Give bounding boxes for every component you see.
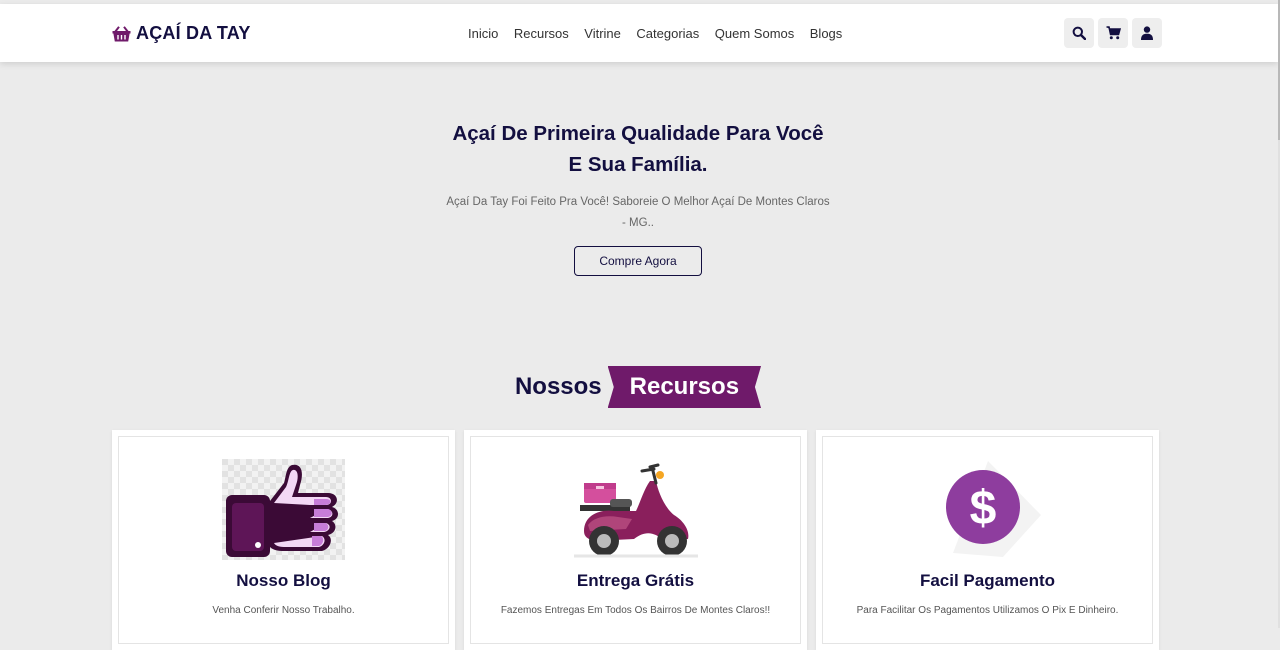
logo-text: AÇAÍ DA TAY xyxy=(136,23,251,43)
hero-section: Açaí De Primeira Qualidade Para Você E S… xyxy=(0,118,1276,276)
card-text: Fazemos Entregas Em Todos Os Bairros De … xyxy=(500,605,771,616)
features-cards: Nosso Blog Venha Conferir Nosso Trabalho… xyxy=(112,430,1168,650)
card-text: Venha Conferir Nosso Trabalho. xyxy=(212,605,355,616)
cart-icon xyxy=(1106,26,1121,40)
search-button[interactable] xyxy=(1064,18,1094,48)
card-title: Facil Pagamento xyxy=(919,571,1056,590)
buy-now-button[interactable]: Compre Agora xyxy=(574,246,702,276)
cart-button[interactable] xyxy=(1098,18,1128,48)
nav-recursos[interactable]: Recursos xyxy=(514,26,569,41)
nav-inicio[interactable]: Inicio xyxy=(468,26,498,41)
main-nav: Inicio Recursos Vitrine Categorias Quem … xyxy=(468,26,858,41)
hero-title: Açaí De Primeira Qualidade Para Você E S… xyxy=(418,118,858,180)
user-icon xyxy=(1141,26,1153,40)
card-text: Para Facilitar Os Pagamentos Utilizamos … xyxy=(856,605,1119,616)
scooter-icon xyxy=(573,463,698,558)
basket-icon xyxy=(112,25,131,41)
svg-text:$: $ xyxy=(969,482,996,535)
dollar-icon: $ xyxy=(945,461,1041,557)
nav-blogs[interactable]: Blogs xyxy=(810,26,843,41)
nav-quem-somos[interactable]: Quem Somos xyxy=(715,26,794,41)
thumbs-up-icon xyxy=(222,458,345,560)
search-icon xyxy=(1072,26,1086,40)
card-title: Nosso Blog xyxy=(236,571,331,590)
hero-title-line1: Açaí De Primeira Qualidade Para Você xyxy=(452,122,824,145)
heading-word-nossos: Nossos xyxy=(514,373,602,400)
header-icons xyxy=(1064,18,1166,48)
user-button[interactable] xyxy=(1132,18,1162,48)
feature-card-blog: Nosso Blog Venha Conferir Nosso Trabalho… xyxy=(112,430,455,650)
heading-ribbon-recursos: Recursos xyxy=(607,366,762,408)
nav-categorias[interactable]: Categorias xyxy=(636,26,699,41)
hero-subtitle: Açaí Da Tay Foi Feito Pra Você! Saboreie… xyxy=(446,196,830,229)
site-header: AÇAÍ DA TAY Inicio Recursos Vitrine Cate… xyxy=(0,4,1278,62)
card-title: Entrega Grátis xyxy=(576,571,695,590)
nav-vitrine[interactable]: Vitrine xyxy=(584,26,621,41)
hero-title-line2: E Sua Família. xyxy=(568,153,708,176)
feature-card-payment: $ Facil Pagamento Para Facilitar Os Paga… xyxy=(816,430,1159,650)
section-heading: Nossos Recursos xyxy=(0,366,1276,408)
logo[interactable]: AÇAÍ DA TAY xyxy=(112,23,251,44)
feature-card-delivery: Entrega Grátis Fazemos Entregas Em Todos… xyxy=(464,430,807,650)
